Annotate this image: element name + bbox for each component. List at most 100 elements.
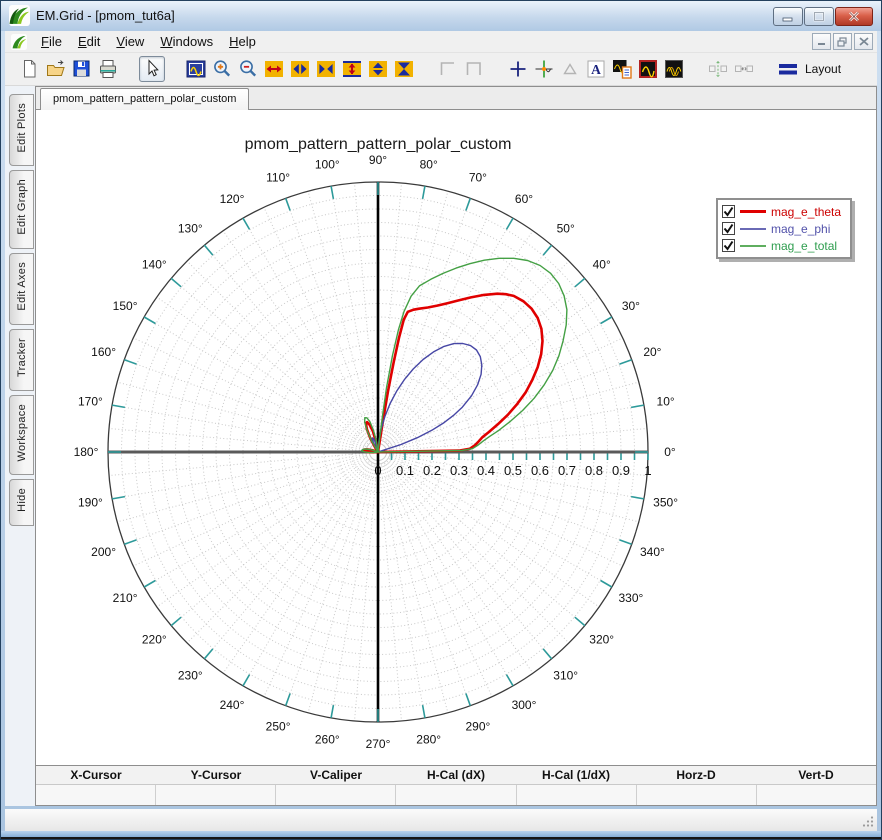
new-file-button[interactable] — [17, 56, 43, 82]
triangle-marker-icon — [559, 58, 581, 80]
legend-line-sample — [740, 210, 766, 213]
compress-x-icon — [315, 58, 337, 80]
mdi-restore-button[interactable] — [833, 33, 852, 50]
menu-bar: FileEditViewWindowsHelp — [5, 31, 877, 53]
autoscale-button[interactable] — [183, 56, 209, 82]
svg-text:280°: 280° — [416, 733, 441, 747]
svg-text:90°: 90° — [369, 153, 387, 167]
legend-checkbox[interactable] — [722, 222, 735, 235]
cursor-value-cell — [155, 785, 275, 805]
expand-y-icon — [341, 58, 363, 80]
document-icon — [11, 34, 27, 50]
svg-text:40°: 40° — [593, 257, 611, 271]
print-icon — [97, 58, 119, 80]
layout-icon — [777, 58, 799, 80]
stretch-y-button[interactable] — [365, 56, 391, 82]
expand-x-button[interactable] — [261, 56, 287, 82]
maximize-button[interactable] — [804, 7, 834, 26]
svg-text:0.4: 0.4 — [477, 463, 495, 478]
svg-text:0.5: 0.5 — [504, 463, 522, 478]
legend-label: mag_e_phi — [771, 222, 830, 236]
legend-label: mag_e_total — [771, 239, 837, 253]
graph-active-icon — [637, 58, 659, 80]
menu-windows[interactable]: Windows — [152, 32, 221, 51]
graph-overlay-button[interactable] — [661, 56, 687, 82]
stretch-x-button[interactable] — [287, 56, 313, 82]
menu-edit[interactable]: Edit — [70, 32, 108, 51]
stretch-y-icon — [367, 58, 389, 80]
sidebar-tab-label: Edit Plots — [16, 103, 28, 152]
open-file-button[interactable] — [43, 56, 69, 82]
sidebar-tab-tracker[interactable]: Tracker — [9, 329, 34, 391]
cursor-value-cell — [275, 785, 395, 805]
svg-text:1: 1 — [644, 463, 651, 478]
cursor-value-cell — [516, 785, 636, 805]
legend-checkbox[interactable] — [722, 239, 735, 252]
expand-y-button[interactable] — [339, 56, 365, 82]
link-vertical-button — [705, 56, 731, 82]
svg-text:220°: 220° — [142, 633, 167, 647]
zoom-in-button[interactable] — [209, 56, 235, 82]
sidebar-tabstrip: Edit Plots Edit Graph Edit Axes Tracker Work… — [5, 86, 35, 806]
cursor-column-v-caliper: V-Caliper — [276, 766, 396, 784]
save-button[interactable] — [69, 56, 95, 82]
series-mag_e_phi — [372, 344, 482, 453]
layout-button[interactable] — [775, 56, 801, 82]
sidebar-tab-edit-plots[interactable]: Edit Plots — [9, 94, 34, 166]
toolbar: ALayout — [5, 53, 877, 86]
sidebar-tab-workspace[interactable]: Workspace — [9, 395, 34, 476]
cursor-value-cell — [395, 785, 515, 805]
triangle-marker-button — [557, 56, 583, 82]
svg-text:140°: 140° — [142, 257, 167, 271]
svg-text:0: 0 — [374, 463, 381, 478]
menu-view[interactable]: View — [108, 32, 152, 51]
crosshair-button[interactable] — [505, 56, 531, 82]
cursor-column-x-cursor: X-Cursor — [36, 766, 156, 784]
svg-text:0.8: 0.8 — [585, 463, 603, 478]
svg-text:180°: 180° — [74, 445, 99, 459]
plot-canvas: 00.10.20.30.40.50.60.70.80.910°10°20°30°… — [36, 110, 876, 765]
compress-y-button[interactable] — [391, 56, 417, 82]
print-button[interactable] — [95, 56, 121, 82]
document-tab[interactable]: pmom_pattern_pattern_polar_custom — [40, 88, 249, 110]
menu-file[interactable]: File — [33, 32, 70, 51]
minimize-button[interactable] — [773, 7, 803, 26]
mdi-restore-icon — [837, 37, 848, 47]
resize-grip-icon[interactable] — [862, 814, 874, 832]
title-bar[interactable]: EM.Grid - [pmom_tut6a] — [1, 1, 881, 31]
open-file-icon — [45, 58, 67, 80]
tracker-point-button[interactable] — [531, 56, 557, 82]
text-annotation-button[interactable]: A — [583, 56, 609, 82]
legend-line-sample — [740, 245, 766, 247]
svg-text:160°: 160° — [91, 345, 116, 359]
mdi-close-icon — [859, 37, 869, 46]
svg-text:250°: 250° — [266, 719, 291, 733]
sidebar-tab-edit-axes[interactable]: Edit Axes — [9, 253, 34, 325]
sidebar-tab-edit-graph[interactable]: Edit Graph — [9, 170, 34, 249]
svg-text:0.7: 0.7 — [558, 463, 576, 478]
svg-text:210°: 210° — [113, 591, 138, 605]
compress-x-button[interactable] — [313, 56, 339, 82]
svg-text:0.2: 0.2 — [423, 463, 441, 478]
text-annotation-icon: A — [585, 58, 607, 80]
svg-text:50°: 50° — [557, 221, 575, 235]
graph-with-legend-button[interactable] — [609, 56, 635, 82]
sidebar-tab-hide[interactable]: Hide — [9, 479, 34, 526]
svg-text:A: A — [591, 62, 601, 77]
mdi-close-button[interactable] — [854, 33, 873, 50]
cursor-column-h-cal-dx-: H-Cal (dX) — [396, 766, 516, 784]
graph-active-button[interactable] — [635, 56, 661, 82]
main-area: Edit Plots Edit Graph Edit Axes Tracker Work… — [5, 86, 877, 806]
legend-item-mag_e_theta: mag_e_theta — [722, 203, 841, 220]
close-button[interactable] — [835, 7, 873, 26]
select-cursor-button[interactable] — [139, 56, 165, 82]
mdi-minimize-button[interactable] — [812, 33, 831, 50]
legend: mag_e_theta mag_e_phi mag_e_total — [716, 198, 852, 259]
legend-checkbox[interactable] — [722, 205, 735, 218]
svg-text:110°: 110° — [266, 171, 290, 185]
cursor-column-horz-d: Horz-D — [636, 766, 756, 784]
svg-text:300°: 300° — [512, 698, 537, 712]
zoom-out-button[interactable] — [235, 56, 261, 82]
cursor-readout-bar: X-CursorY-CursorV-CaliperH-Cal (dX)H-Cal… — [36, 765, 876, 805]
menu-help[interactable]: Help — [221, 32, 264, 51]
